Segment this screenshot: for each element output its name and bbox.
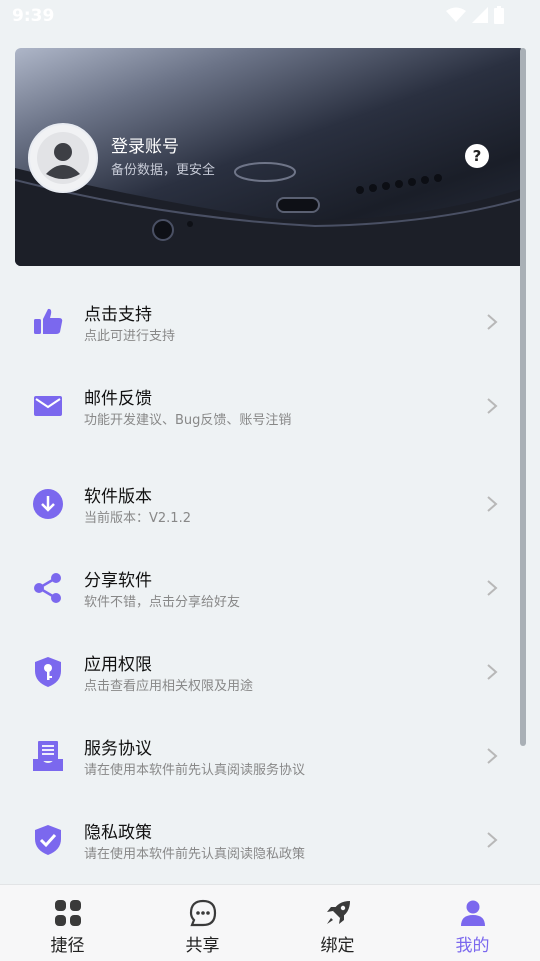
- chat-icon: [189, 899, 216, 927]
- menu-item-agreement[interactable]: 服务协议 请在使用本软件前先认真阅读服务协议: [0, 714, 520, 798]
- help-button[interactable]: ?: [465, 144, 489, 168]
- document-icon: [32, 740, 64, 772]
- profile-header-card[interactable]: 登录账号 备份数据，更安全 ?: [15, 48, 525, 266]
- status-time: 9:39: [12, 6, 55, 26]
- person-icon: [460, 900, 485, 926]
- tab-mine[interactable]: 我的: [405, 885, 540, 961]
- tab-label: 捷径: [50, 936, 85, 956]
- menu-item-share[interactable]: 分享软件 软件不错，点击分享给好友: [0, 546, 520, 630]
- tab-share[interactable]: 共享: [135, 885, 270, 961]
- tab-bind[interactable]: 绑定: [270, 885, 405, 961]
- mail-icon: [32, 390, 64, 422]
- status-bar: 9:39: [0, 0, 540, 34]
- chevron-right-icon: [487, 832, 498, 848]
- avatar[interactable]: [28, 123, 98, 193]
- scrollbar[interactable]: [520, 48, 526, 746]
- chevron-right-icon: [487, 398, 498, 414]
- menu-item-feedback[interactable]: 邮件反馈 功能开发建议、Bug反馈、账号注销: [0, 364, 520, 448]
- thumbs-up-icon: [32, 306, 64, 338]
- menu-item-subtitle: 软件不错，点击分享给好友: [84, 595, 241, 610]
- shield-check-icon: [32, 824, 64, 856]
- menu-item-subtitle: 点此可进行支持: [84, 329, 176, 344]
- chevron-right-icon: [487, 748, 498, 764]
- bottom-navigation: 捷径 共享 绑定 我的: [0, 884, 540, 961]
- menu-item-subtitle: 点击查看应用相关权限及用途: [84, 679, 254, 694]
- menu-item-subtitle: 请在使用本软件前先认真阅读隐私政策: [84, 847, 306, 862]
- login-subtitle: 备份数据，更安全: [111, 163, 216, 178]
- download-icon: [32, 488, 64, 520]
- rocket-icon: [326, 901, 350, 924]
- chevron-right-icon: [487, 496, 498, 512]
- shield-key-icon: [32, 656, 64, 688]
- menu-item-title: 隐私政策: [84, 823, 152, 843]
- menu-item-privacy[interactable]: 隐私政策 请在使用本软件前先认真阅读隐私政策: [0, 798, 520, 882]
- menu-item-title: 邮件反馈: [84, 389, 152, 409]
- chevron-right-icon: [487, 664, 498, 680]
- tab-label: 我的: [455, 936, 490, 956]
- share-icon: [32, 572, 64, 604]
- menu-item-title: 服务协议: [84, 739, 152, 759]
- menu-item-support[interactable]: 点击支持 点此可进行支持: [0, 280, 520, 364]
- menu-item-version[interactable]: 软件版本 当前版本：V2.1.2: [0, 462, 520, 546]
- person-avatar-icon: [37, 132, 89, 184]
- menu-item-title: 分享软件: [84, 571, 152, 591]
- wifi-icon: [446, 7, 466, 22]
- grid-icon: [54, 900, 81, 926]
- login-title[interactable]: 登录账号: [111, 132, 179, 157]
- menu-item-subtitle: 请在使用本软件前先认真阅读服务协议: [84, 763, 306, 778]
- menu-item-title: 点击支持: [84, 305, 152, 325]
- tab-label: 绑定: [320, 936, 355, 956]
- tab-label: 共享: [185, 936, 220, 956]
- menu-item-title: 软件版本: [84, 487, 152, 507]
- chevron-right-icon: [487, 314, 498, 330]
- menu-item-title: 应用权限: [84, 655, 152, 675]
- status-icons: [446, 6, 504, 24]
- tab-shortcuts[interactable]: 捷径: [0, 885, 135, 961]
- signal-icon: [472, 7, 488, 23]
- menu-item-subtitle: 当前版本：V2.1.2: [84, 511, 191, 526]
- chevron-right-icon: [487, 580, 498, 596]
- battery-icon: [494, 6, 504, 24]
- menu-item-subtitle: 功能开发建议、Bug反馈、账号注销: [84, 413, 292, 428]
- menu-item-permissions[interactable]: 应用权限 点击查看应用相关权限及用途: [0, 630, 520, 714]
